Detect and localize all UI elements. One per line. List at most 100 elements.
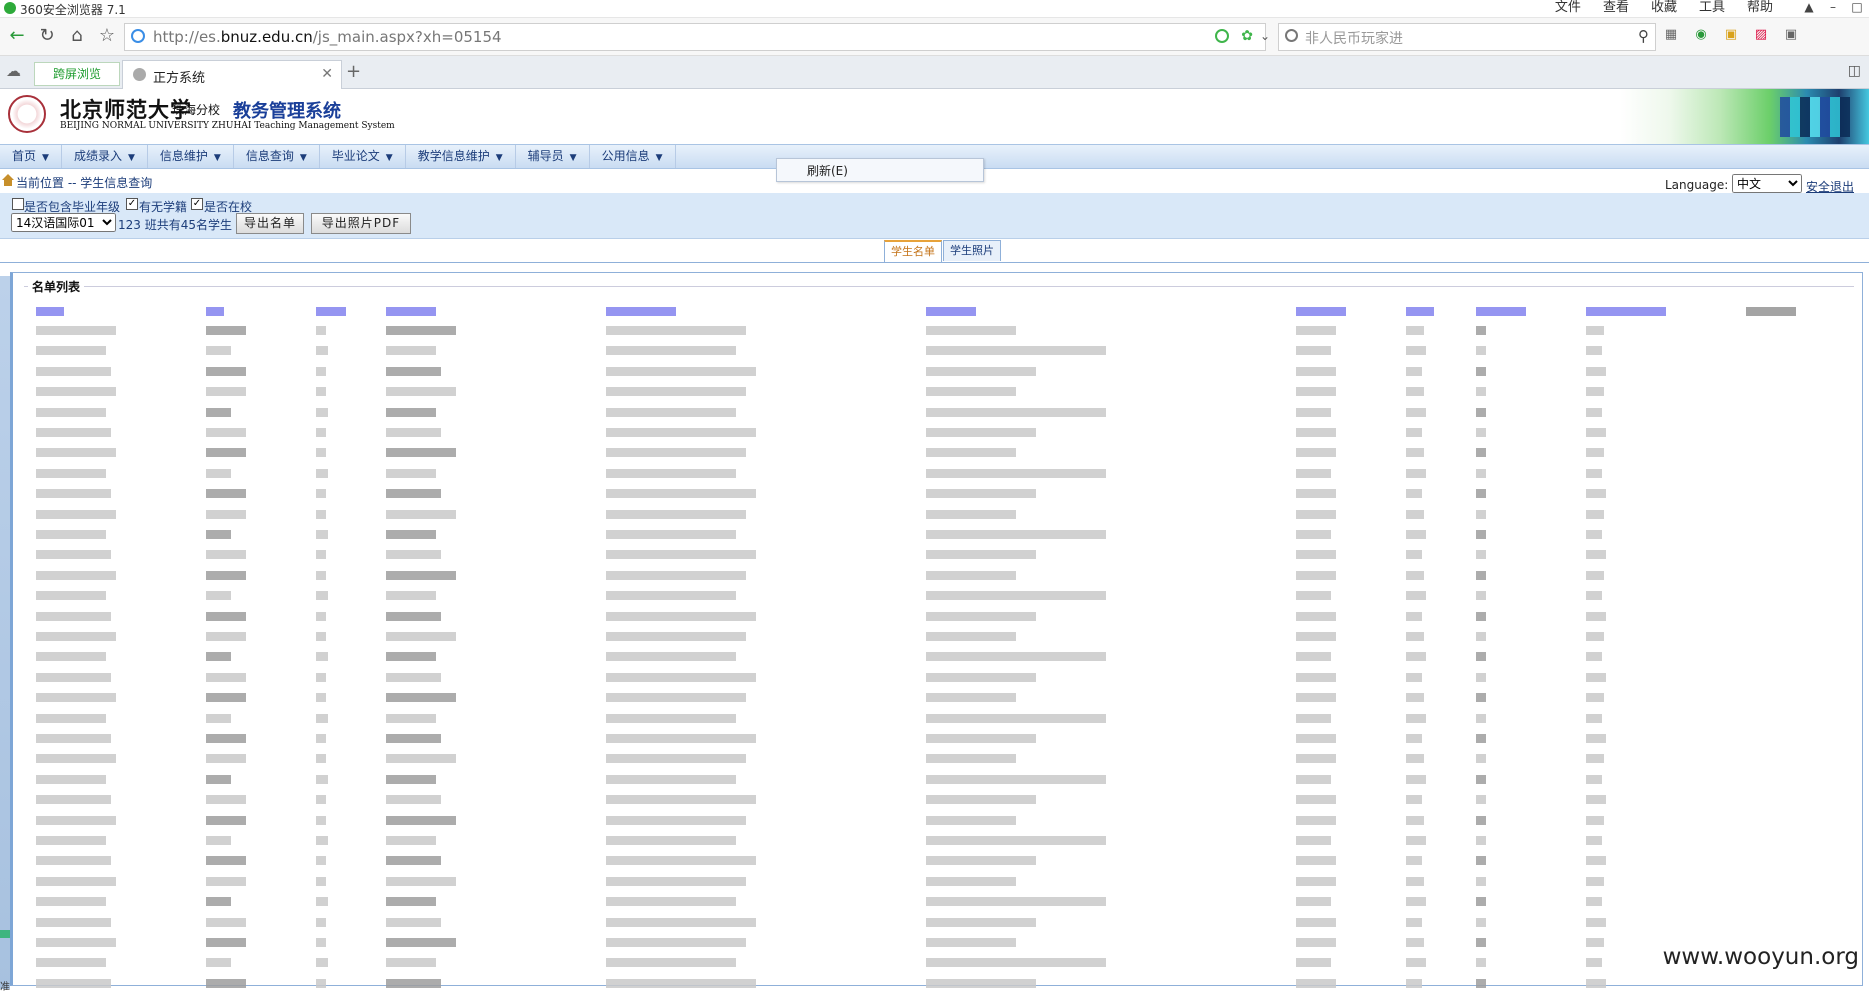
- location-bar: 当前位置 -- 学生信息查询 Language: 中文 安全退出: [0, 170, 1869, 194]
- table-cell: [606, 428, 756, 437]
- close-icon[interactable]: ✕: [321, 66, 333, 82]
- filter-panel: 是否包含毕业年级 ✓ 有无学籍 ✓ 是否在校 14汉语国际01 123 班共有4…: [0, 193, 1869, 239]
- table-cell: [316, 509, 326, 519]
- column-header[interactable]: [926, 307, 976, 316]
- back-arrow-icon[interactable]: ←: [4, 23, 30, 49]
- tab-cross-screen[interactable]: 跨屏浏览: [34, 62, 120, 86]
- table-cell: [926, 387, 1016, 397]
- table-cell: [1406, 407, 1426, 417]
- table-cell: [1406, 958, 1426, 968]
- table-cell: [386, 815, 456, 825]
- include-graduates-checkbox[interactable]: [12, 198, 24, 210]
- table-cell: [1476, 509, 1486, 519]
- table-cell: [206, 366, 246, 376]
- maximize-icon[interactable]: □: [1845, 0, 1869, 16]
- column-header[interactable]: [606, 307, 676, 316]
- column-header[interactable]: [1406, 307, 1434, 316]
- table-cell: [316, 958, 328, 968]
- menu-public-info[interactable]: 公用信息 ▼: [590, 145, 676, 168]
- table-cell: [926, 509, 1016, 519]
- language-select[interactable]: 中文: [1732, 174, 1802, 193]
- apps-icon[interactable]: ▦: [1660, 27, 1682, 45]
- menu-teaching-info[interactable]: 教学信息维护 ▼: [406, 145, 516, 168]
- table-cell: [926, 672, 1036, 682]
- screenshot-icon[interactable]: ▣: [1780, 27, 1802, 45]
- table-cell: [1406, 795, 1422, 805]
- table-cell: [316, 591, 328, 601]
- table-cell: [36, 407, 106, 417]
- table-cell: [1476, 652, 1486, 662]
- table-cell: [36, 815, 116, 825]
- tab-student-list[interactable]: 学生名单: [884, 240, 942, 262]
- export-list-button[interactable]: 导出名单: [236, 213, 304, 234]
- column-header[interactable]: [1296, 307, 1346, 316]
- reader-icon[interactable]: ▨: [1750, 27, 1772, 45]
- browser-menu-file[interactable]: 文件: [1555, 0, 1581, 16]
- menu-counselor[interactable]: 辅导员 ▼: [516, 145, 590, 168]
- search-icon[interactable]: ⚲: [1638, 27, 1649, 45]
- table-cell: [1406, 468, 1426, 478]
- minimize-icon[interactable]: –: [1821, 0, 1845, 16]
- table-cell: [1476, 611, 1486, 621]
- table-cell: [386, 734, 441, 743]
- has-status-checkbox[interactable]: ✓: [126, 198, 138, 210]
- menu-grade-entry[interactable]: 成绩录入 ▼: [62, 145, 148, 168]
- table-cell: [1406, 734, 1422, 743]
- class-select[interactable]: 14汉语国际01: [11, 213, 116, 232]
- shirt-icon[interactable]: ▲: [1797, 0, 1821, 16]
- main-menu: 首页 ▼ 成绩录入 ▼ 信息维护 ▼ 信息查询 ▼ 毕业论文 ▼ 教学信息维护 ▼ 辅导员 ▼…: [0, 145, 676, 168]
- chevron-down-icon[interactable]: ⌄: [1254, 23, 1276, 49]
- table-cell: [206, 448, 246, 458]
- star-icon[interactable]: ☆: [94, 23, 120, 49]
- home-icon[interactable]: ⌂: [64, 23, 90, 49]
- shield-icon[interactable]: ◉: [1690, 27, 1712, 45]
- column-header[interactable]: [1586, 307, 1666, 316]
- university-seal-icon: [8, 95, 46, 133]
- table-cell: [1406, 632, 1424, 641]
- browser-menu-help[interactable]: 帮助: [1747, 0, 1773, 16]
- in-school-checkbox[interactable]: ✓: [191, 198, 203, 210]
- browser-menu-tools[interactable]: 工具: [1699, 0, 1725, 16]
- cloud-icon[interactable]: ☁: [6, 62, 21, 80]
- column-header[interactable]: [206, 307, 224, 316]
- menu-info-maintenance[interactable]: 信息维护 ▼: [148, 145, 234, 168]
- menu-info-query[interactable]: 信息查询 ▼: [234, 145, 320, 168]
- refresh-icon[interactable]: ↻: [34, 23, 60, 49]
- table-cell: [1586, 366, 1606, 376]
- tab-student-photos[interactable]: 学生照片: [943, 240, 1001, 261]
- table-cell: [1586, 591, 1602, 601]
- secure-check-icon[interactable]: [1215, 29, 1229, 43]
- table-cell: [1296, 876, 1336, 886]
- table-cell: [1406, 897, 1426, 907]
- table-cell: [1586, 550, 1606, 560]
- column-header[interactable]: [316, 307, 346, 316]
- export-photo-pdf-button[interactable]: 导出照片PDF: [311, 213, 411, 234]
- window-list-icon[interactable]: ◫: [1848, 63, 1861, 79]
- address-bar[interactable]: http://es.bnuz.edu.cn/js_main.aspx?xh=05…: [124, 23, 1266, 51]
- column-header[interactable]: [1476, 307, 1526, 316]
- table-cell: [206, 428, 246, 437]
- browser-menu-favorites[interactable]: 收藏: [1651, 0, 1677, 16]
- browser-menu: 文件 查看 收藏 工具 帮助: [1555, 0, 1773, 16]
- search-input[interactable]: 非人民币玩家进 ⚲: [1278, 23, 1656, 51]
- new-tab-plus-icon[interactable]: +: [346, 61, 361, 82]
- table-cell: [316, 570, 326, 580]
- address-url[interactable]: http://es.bnuz.edu.cn/js_main.aspx?xh=05…: [153, 28, 502, 46]
- column-header[interactable]: [386, 307, 436, 316]
- table-cell: [606, 734, 756, 743]
- table-cell: [926, 611, 1036, 621]
- leaf-icon[interactable]: ✿: [1241, 28, 1253, 44]
- browser-title: 360安全浏览器 7.1: [20, 3, 126, 17]
- table-cell: [386, 876, 456, 886]
- table-cell: [36, 754, 116, 764]
- tab-zhengfang[interactable]: 正方系统 ✕: [122, 60, 342, 89]
- column-header[interactable]: [1746, 307, 1796, 316]
- table-cell: [606, 632, 746, 641]
- column-header[interactable]: [36, 307, 64, 316]
- table-cell: [36, 693, 116, 703]
- browser-menu-view[interactable]: 查看: [1603, 0, 1629, 16]
- menu-thesis[interactable]: 毕业论文 ▼: [320, 145, 406, 168]
- menu-home[interactable]: 首页 ▼: [0, 145, 62, 168]
- translate-icon[interactable]: ▣: [1720, 27, 1742, 45]
- table-cell: [606, 672, 756, 682]
